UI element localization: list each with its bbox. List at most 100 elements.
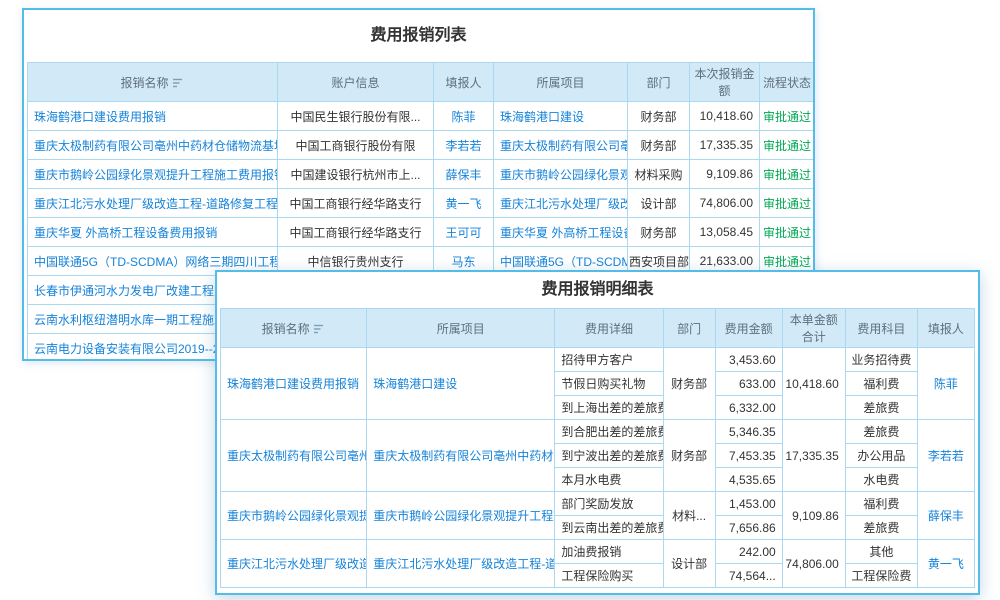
cell-expense-amount: 242.00	[715, 540, 782, 564]
cell-flow-status: 审批通过	[760, 160, 815, 189]
cell-flow-status: 审批通过	[760, 102, 815, 131]
cell-filler[interactable]: 李若若	[434, 131, 494, 160]
header-reimburse-name[interactable]: 报销名称	[221, 309, 367, 348]
header-label: 报销名称	[120, 76, 168, 90]
detail-table-body: 珠海鹤港口建设费用报销珠海鹤港口建设招待甲方客户财务部3,453.6010,41…	[221, 348, 975, 588]
cell-filler[interactable]: 陈菲	[917, 348, 974, 420]
cell-project[interactable]: 重庆江北污水处理厂级改造工程-道路修复工	[367, 540, 555, 588]
cell-expense-detail: 节假日购买礼物	[555, 372, 663, 396]
cell-expense-detail: 招待甲方客户	[555, 348, 663, 372]
cell-expense-amount: 4,535.65	[715, 468, 782, 492]
cell-total-amount: 9,109.86	[782, 492, 845, 540]
cell-account-info: 中国工商银行经华路支行	[278, 218, 434, 247]
header-filler: 填报人	[917, 309, 974, 348]
header-department: 部门	[663, 309, 715, 348]
cell-filler[interactable]: 薛保丰	[917, 492, 974, 540]
header-filler: 填报人	[434, 63, 494, 102]
cell-expense-detail: 工程保险购买	[555, 564, 663, 588]
cell-expense-subject: 福利费	[845, 372, 917, 396]
header-account-info: 账户信息	[278, 63, 434, 102]
cell-total-amount: 10,418.60	[782, 348, 845, 420]
detail-table-row[interactable]: 重庆江北污水处理厂级改造工程-重庆江北污水处理厂级改造工程-道路修复工加油费报销…	[221, 540, 975, 564]
cell-reimburse-name[interactable]: 重庆江北污水处理厂级改造工程-道路修复工程费用...	[28, 189, 278, 218]
cell-filler[interactable]: 李若若	[917, 420, 974, 492]
cell-expense-detail: 加油费报销	[555, 540, 663, 564]
cell-total-amount: 17,335.35	[782, 420, 845, 492]
cell-reimburse-name[interactable]: 珠海鹤港口建设费用报销	[221, 348, 367, 420]
cell-filler[interactable]: 陈菲	[434, 102, 494, 131]
cell-expense-detail: 本月水电费	[555, 468, 663, 492]
cell-reimburse-name[interactable]: 重庆华夏 外高桥工程设备费用报销	[28, 218, 278, 247]
detail-table-title: 费用报销明细表	[220, 272, 975, 308]
detail-table-window: 费用报销明细表 报销名称 所属项目 费用详细 部门 费用金额 本单金额合计 费用…	[215, 270, 980, 595]
cell-reimburse-name[interactable]: 重庆江北污水处理厂级改造工程-	[221, 540, 367, 588]
header-label: 报销名称	[262, 322, 310, 336]
cell-reimburse-name[interactable]: 重庆市鹅岭公园绿化景观提升工程	[221, 492, 367, 540]
sort-icon[interactable]	[314, 323, 326, 337]
cell-filler[interactable]: 黄一飞	[917, 540, 974, 588]
list-table-row[interactable]: 重庆华夏 外高桥工程设备费用报销中国工商银行经华路支行王可可重庆华夏 外高桥工程…	[28, 218, 815, 247]
cell-reimburse-name[interactable]: 重庆市鹅岭公园绿化景观提升工程施工费用报销	[28, 160, 278, 189]
detail-table-row[interactable]: 重庆市鹅岭公园绿化景观提升工程重庆市鹅岭公园绿化景观提升工程施工部门奖励发放材料…	[221, 492, 975, 516]
cell-filler[interactable]: 薛保丰	[434, 160, 494, 189]
cell-filler[interactable]: 王可可	[434, 218, 494, 247]
list-table-row[interactable]: 珠海鹤港口建设费用报销中国民生银行股份有限...陈菲珠海鹤港口建设财务部10,4…	[28, 102, 815, 131]
cell-filler[interactable]: 黄一飞	[434, 189, 494, 218]
cell-project[interactable]: 珠海鹤港口建设	[494, 102, 628, 131]
header-flow-status: 流程状态	[760, 63, 815, 102]
header-project: 所属项目	[367, 309, 555, 348]
cell-expense-amount: 3,453.60	[715, 348, 782, 372]
cell-expense-subject: 工程保险费	[845, 564, 917, 588]
cell-expense-subject: 差旅费	[845, 516, 917, 540]
cell-expense-detail: 到上海出差的差旅费	[555, 396, 663, 420]
cell-department: 财务部	[663, 348, 715, 420]
cell-amount: 13,058.45	[690, 218, 760, 247]
detail-table-row[interactable]: 重庆太极制药有限公司亳州中药材重庆太极制药有限公司亳州中药材仓储物流到合肥出差的…	[221, 420, 975, 444]
cell-project[interactable]: 珠海鹤港口建设	[367, 348, 555, 420]
cell-expense-amount: 5,346.35	[715, 420, 782, 444]
cell-reimburse-name[interactable]: 珠海鹤港口建设费用报销	[28, 102, 278, 131]
cell-department: 财务部	[663, 420, 715, 492]
cell-expense-amount: 7,656.86	[715, 516, 782, 540]
cell-project[interactable]: 重庆太极制药有限公司亳州中药材仓储物流	[367, 420, 555, 492]
cell-expense-subject: 水电费	[845, 468, 917, 492]
cell-department: 财务部	[628, 218, 690, 247]
cell-reimburse-name[interactable]: 重庆太极制药有限公司亳州中药材	[221, 420, 367, 492]
header-expense-subject: 费用科目	[845, 309, 917, 348]
detail-table: 报销名称 所属项目 费用详细 部门 费用金额 本单金额合计 费用科目 填报人 珠…	[220, 308, 975, 588]
cell-flow-status: 审批通过	[760, 189, 815, 218]
cell-reimburse-name[interactable]: 重庆太极制药有限公司亳州中药材仓储物流基地项...	[28, 131, 278, 160]
cell-department: 财务部	[628, 131, 690, 160]
cell-amount: 10,418.60	[690, 102, 760, 131]
cell-department: 材料...	[663, 492, 715, 540]
header-expense-detail: 费用详细	[555, 309, 663, 348]
cell-department: 设计部	[663, 540, 715, 588]
list-table-row[interactable]: 重庆太极制药有限公司亳州中药材仓储物流基地项...中国工商银行股份有限李若若重庆…	[28, 131, 815, 160]
cell-expense-subject: 差旅费	[845, 396, 917, 420]
cell-project[interactable]: 重庆江北污水处理厂级改造工...	[494, 189, 628, 218]
cell-expense-detail: 部门奖励发放	[555, 492, 663, 516]
cell-account-info: 中国建设银行杭州市上...	[278, 160, 434, 189]
sort-icon[interactable]	[173, 77, 185, 91]
cell-expense-subject: 业务招待费	[845, 348, 917, 372]
cell-amount: 17,335.35	[690, 131, 760, 160]
list-table-row[interactable]: 重庆市鹅岭公园绿化景观提升工程施工费用报销中国建设银行杭州市上...薛保丰重庆市…	[28, 160, 815, 189]
cell-expense-detail: 到云南出差的差旅费	[555, 516, 663, 540]
cell-project[interactable]: 重庆华夏 外高桥工程设备	[494, 218, 628, 247]
cell-project[interactable]: 重庆市鹅岭公园绿化景观提升工程施工	[367, 492, 555, 540]
cell-project[interactable]: 重庆太极制药有限公司亳州中...	[494, 131, 628, 160]
cell-expense-subject: 福利费	[845, 492, 917, 516]
cell-expense-subject: 差旅费	[845, 420, 917, 444]
cell-account-info: 中国工商银行经华路支行	[278, 189, 434, 218]
cell-project[interactable]: 重庆市鹅岭公园绿化景观提升...	[494, 160, 628, 189]
cell-account-info: 中国民生银行股份有限...	[278, 102, 434, 131]
cell-expense-detail: 到合肥出差的差旅费	[555, 420, 663, 444]
list-table-row[interactable]: 重庆江北污水处理厂级改造工程-道路修复工程费用...中国工商银行经华路支行黄一飞…	[28, 189, 815, 218]
header-reimburse-name[interactable]: 报销名称	[28, 63, 278, 102]
cell-amount: 74,806.00	[690, 189, 760, 218]
cell-department: 材料采购	[628, 160, 690, 189]
header-expense-amount: 费用金额	[715, 309, 782, 348]
detail-table-row[interactable]: 珠海鹤港口建设费用报销珠海鹤港口建设招待甲方客户财务部3,453.6010,41…	[221, 348, 975, 372]
cell-expense-amount: 1,453.00	[715, 492, 782, 516]
cell-expense-amount: 6,332.00	[715, 396, 782, 420]
